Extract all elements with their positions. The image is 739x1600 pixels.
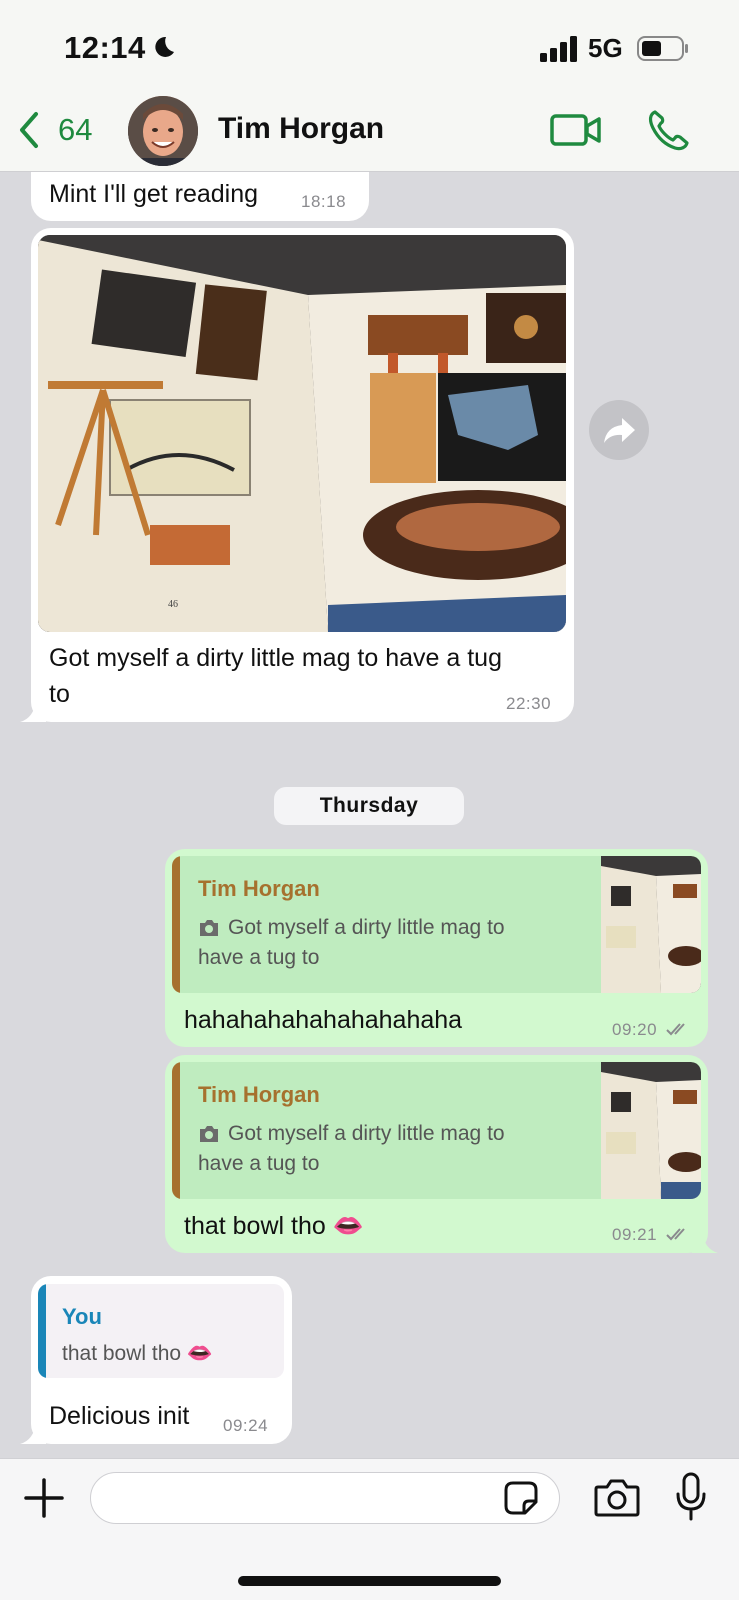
quote-text-line2: have a tug to (198, 946, 320, 969)
battery-icon (637, 36, 688, 61)
read-ticks-icon (666, 1228, 685, 1241)
quote-text-line1: Got myself a dirty little mag to (228, 1122, 505, 1145)
plus-icon[interactable] (24, 1478, 64, 1518)
quote-sender-name: You (62, 1304, 102, 1329)
back-chevron-icon[interactable] (16, 110, 42, 150)
sticker-icon[interactable] (503, 1480, 539, 1516)
phone-call-icon[interactable] (646, 108, 690, 152)
message-time: 09:24 (223, 1416, 269, 1435)
bubble-tail (692, 1231, 718, 1253)
quote-accent-bar (172, 856, 180, 993)
photo-caption-line2: to (49, 680, 70, 708)
forward-button[interactable] (589, 400, 649, 460)
status-time: 12:14 (64, 30, 146, 65)
message-text: Delicious init (49, 1402, 190, 1430)
video-call-icon[interactable] (550, 108, 602, 152)
svg-text:46: 46 (168, 599, 178, 610)
back-unread-count[interactable]: 64 (58, 112, 92, 148)
signal-icon (540, 36, 577, 62)
bubble-tail (20, 700, 46, 722)
quote-text-line1: Got myself a dirty little mag to (228, 916, 505, 939)
message-text: that bowl tho 👄 (184, 1212, 364, 1240)
message-time: 09:20 (612, 1020, 658, 1039)
network-label: 5G (588, 33, 623, 63)
chat-header: 12:14 5G 64 Tim Horgan (0, 0, 739, 172)
message-text: hahahahahahahahahaha (184, 1006, 463, 1034)
camera-icon[interactable] (594, 1476, 640, 1518)
camera-small-icon (200, 1126, 218, 1142)
quote-text-line2: have a tug to (198, 1152, 320, 1175)
message-bubble-incoming[interactable]: Mint I'll get reading 18:18 (31, 172, 369, 221)
forward-arrow-icon (604, 418, 635, 443)
quoted-message[interactable]: You that bowl tho 👄 (38, 1284, 284, 1378)
quote-thumbnail (601, 1062, 701, 1199)
contact-name[interactable]: Tim Horgan (218, 112, 384, 146)
camera-small-icon (200, 920, 218, 936)
quoted-message[interactable]: Tim Horgan Got myself a dirty little mag… (172, 1062, 701, 1199)
home-indicator (238, 1576, 501, 1586)
message-input[interactable] (90, 1472, 560, 1524)
bubble-tail (20, 1422, 46, 1444)
magazine-photo[interactable]: 46 (38, 235, 566, 632)
message-text: Mint I'll get reading (49, 180, 259, 208)
quote-thumbnail (601, 856, 701, 993)
quote-sender-name: Tim Horgan (198, 1082, 320, 1107)
quoted-message[interactable]: Tim Horgan Got myself a dirty little mag… (172, 856, 701, 993)
quote-text: that bowl tho 👄 (62, 1342, 214, 1365)
microphone-icon[interactable] (674, 1472, 708, 1522)
read-ticks-icon (666, 1023, 685, 1036)
moon-icon (155, 36, 174, 57)
quote-accent-bar (38, 1284, 46, 1378)
photo-caption-line1: Got myself a dirty little mag to have a … (49, 644, 502, 672)
quote-accent-bar (172, 1062, 180, 1199)
message-time: 18:18 (301, 192, 347, 211)
contact-avatar[interactable] (128, 96, 198, 166)
day-separator: Thursday (274, 787, 464, 825)
message-time: 09:21 (612, 1225, 658, 1244)
message-time: 22:30 (506, 694, 552, 713)
quote-sender-name: Tim Horgan (198, 876, 320, 901)
